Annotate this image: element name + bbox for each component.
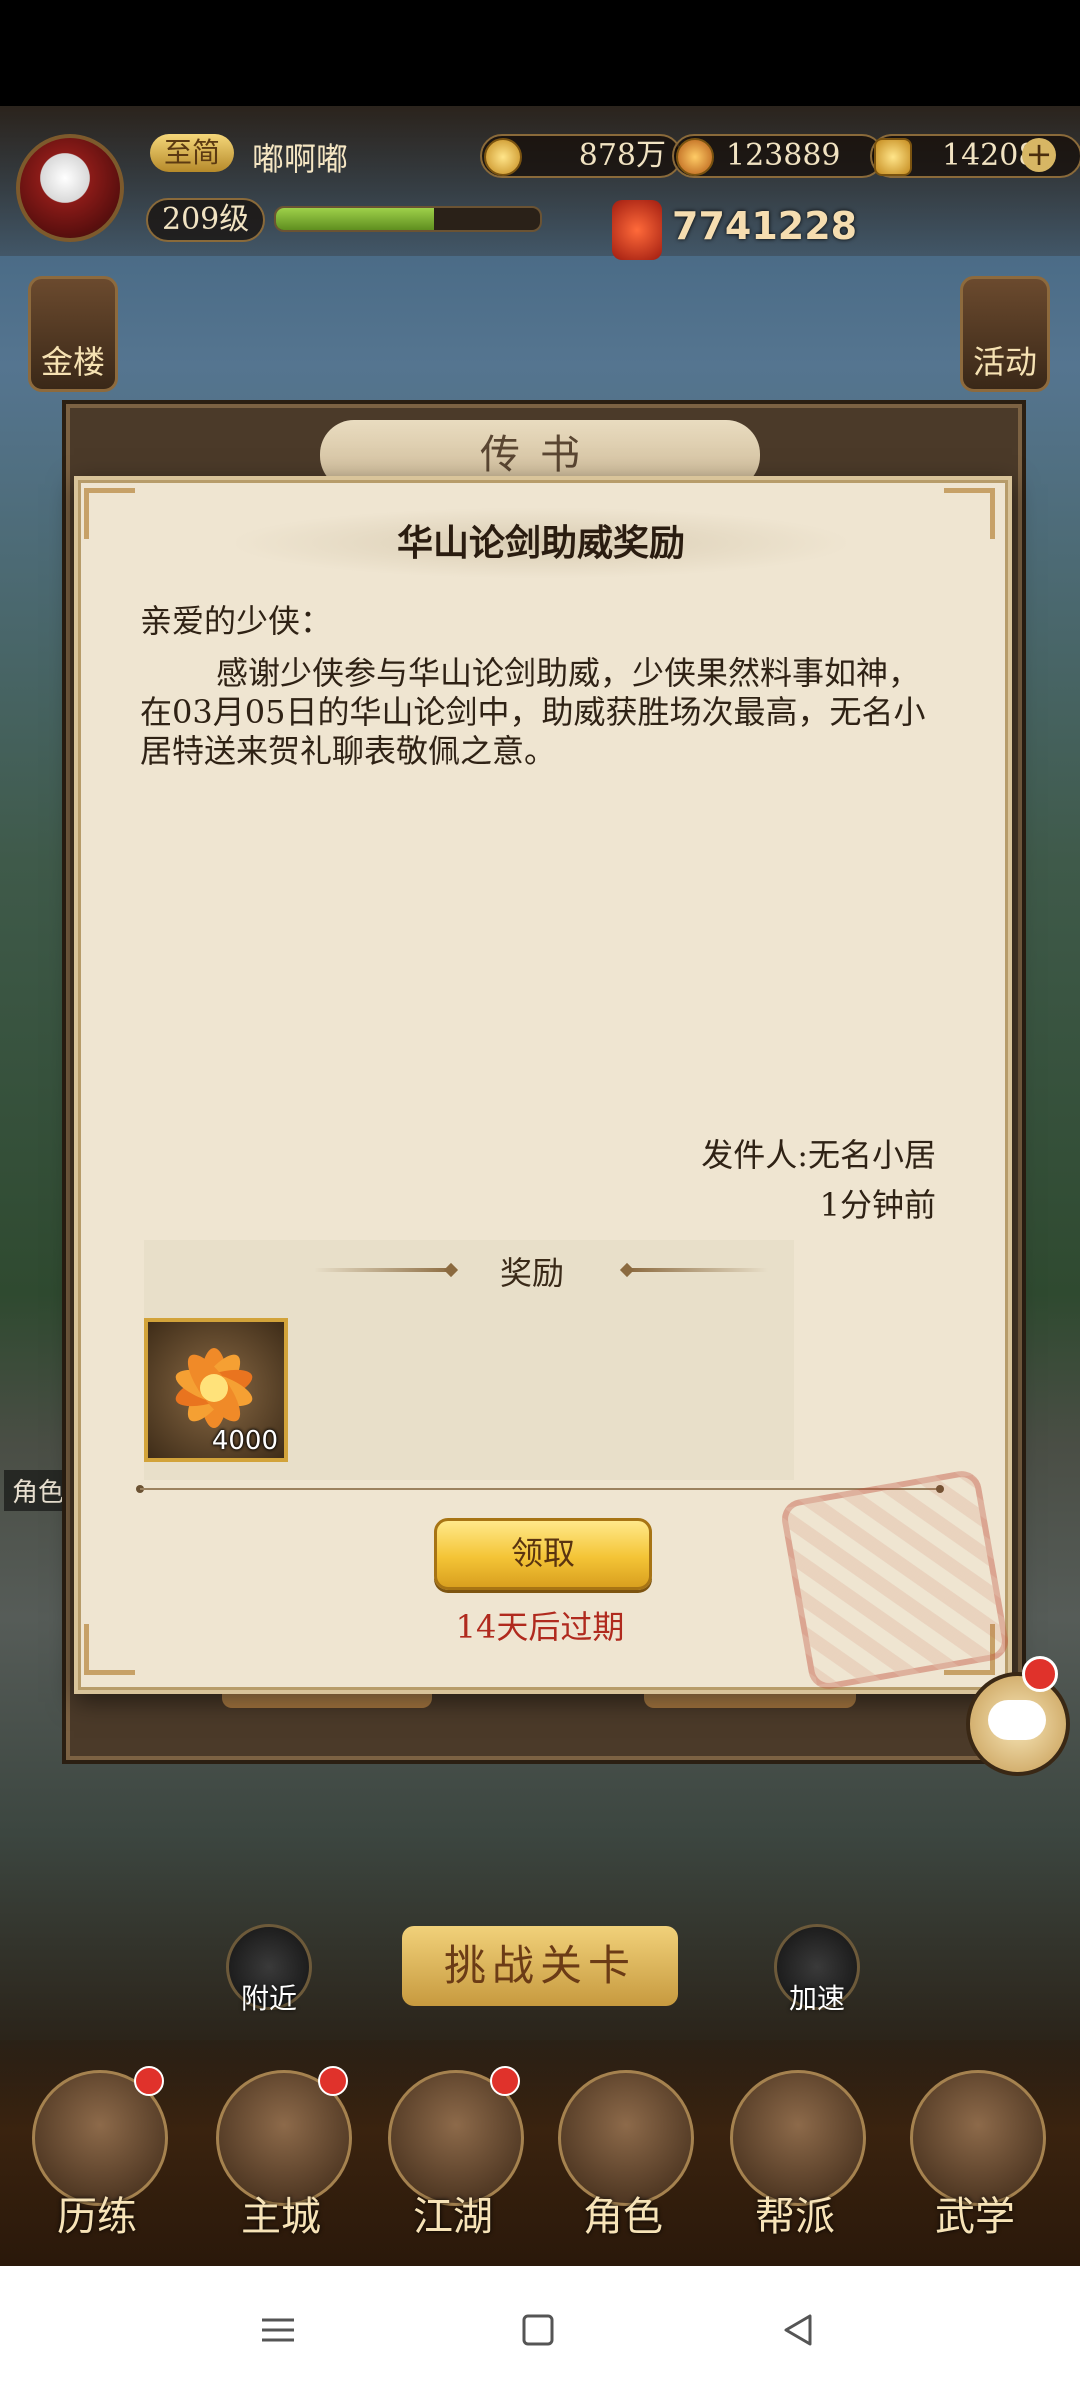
nav-item[interactable]: 帮派 [720, 2060, 870, 2250]
coins-value: 878万 [578, 138, 666, 173]
letter-timestamp: 1分钟前 [819, 1186, 936, 1224]
expire-notice: 14天后过期 [455, 1608, 625, 1646]
reward-label: 奖励 [500, 1254, 565, 1292]
power-icon [612, 200, 662, 260]
chat-notification-badge [1022, 1656, 1058, 1692]
seal-stamp [778, 1467, 1012, 1693]
nav-item-label: 角色 [583, 2194, 663, 2240]
letter-greeting: 亲爱的少侠： [140, 602, 333, 640]
side-button-golden-tower[interactable]: 金楼 [28, 276, 118, 392]
home-icon[interactable] [518, 2310, 558, 2350]
xp-bar-fill [276, 208, 435, 230]
player-name: 嘟啊嘟 [252, 140, 349, 178]
back-icon[interactable] [778, 2310, 818, 2350]
power-value: 7741228 [672, 204, 858, 248]
chat-button[interactable] [966, 1672, 1070, 1776]
ingot-icon [676, 138, 714, 176]
chat-bubble-icon [988, 1700, 1046, 1740]
nav-item-label: 主城 [241, 2194, 321, 2240]
status-bar [0, 0, 1080, 106]
nav-item[interactable]: 江湖 [378, 2060, 528, 2250]
menu-icon[interactable] [258, 2310, 298, 2350]
reward-item-quantity: 4000 [211, 1426, 278, 1456]
nav-item-label: 武学 [935, 2194, 1015, 2240]
xp-bar [274, 206, 542, 232]
letter-body: 感谢少侠参与华山论剑助威，少侠果然料事如神，在03月05日的华山论剑中，助威获胜… [140, 654, 926, 770]
claim-button[interactable]: 领取 [434, 1518, 652, 1590]
player-level: 209级 [146, 198, 266, 242]
rank-badge: 至简 [150, 134, 235, 172]
ingots-counter: 123889 [672, 134, 884, 178]
gold-ingot-icon [874, 138, 912, 176]
reward-item-slot[interactable]: 4000 [144, 1318, 288, 1462]
corner-ornament [84, 1624, 135, 1675]
coins-counter: 878万 [480, 134, 682, 178]
speedup-label: 加速 [788, 1982, 845, 2015]
letter-sender: 发件人:无名小居 [701, 1136, 936, 1174]
nav-item-badge [134, 2066, 164, 2096]
challenge-stage-button[interactable]: 挑战关卡 [402, 1926, 678, 2006]
side-button-events[interactable]: 活动 [960, 276, 1050, 392]
reward-deco-right [628, 1268, 768, 1272]
player-avatar[interactable] [16, 134, 124, 242]
nav-item[interactable]: 角色 [548, 2060, 698, 2250]
letter-title: 华山论剑助威奖励 [236, 508, 846, 578]
add-gold-button[interactable]: + [1022, 138, 1056, 172]
nav-item-label: 历练 [57, 2194, 137, 2240]
nav-item-badge [318, 2066, 348, 2096]
corner-ornament [944, 488, 995, 539]
nav-item[interactable]: 武学 [900, 2060, 1050, 2250]
speedup-button[interactable]: 加速 [774, 1924, 860, 2015]
side-button-label: 金楼 [40, 343, 105, 381]
nav-item-label: 帮派 [755, 2194, 835, 2240]
coin-icon [484, 138, 522, 176]
corner-ornament [84, 488, 135, 539]
reward-divider [140, 1488, 940, 1490]
nav-item[interactable]: 主城 [206, 2060, 356, 2250]
nav-item-label: 江湖 [413, 2194, 493, 2240]
reward-deco-left [314, 1268, 454, 1272]
side-button-label: 活动 [972, 343, 1037, 381]
nearby-label: 附近 [240, 1982, 297, 2015]
ingots-value: 123889 [726, 138, 841, 173]
nav-item-badge [490, 2066, 520, 2096]
nav-item[interactable]: 历练 [22, 2060, 172, 2250]
nearby-button[interactable]: 附近 [226, 1924, 312, 2015]
